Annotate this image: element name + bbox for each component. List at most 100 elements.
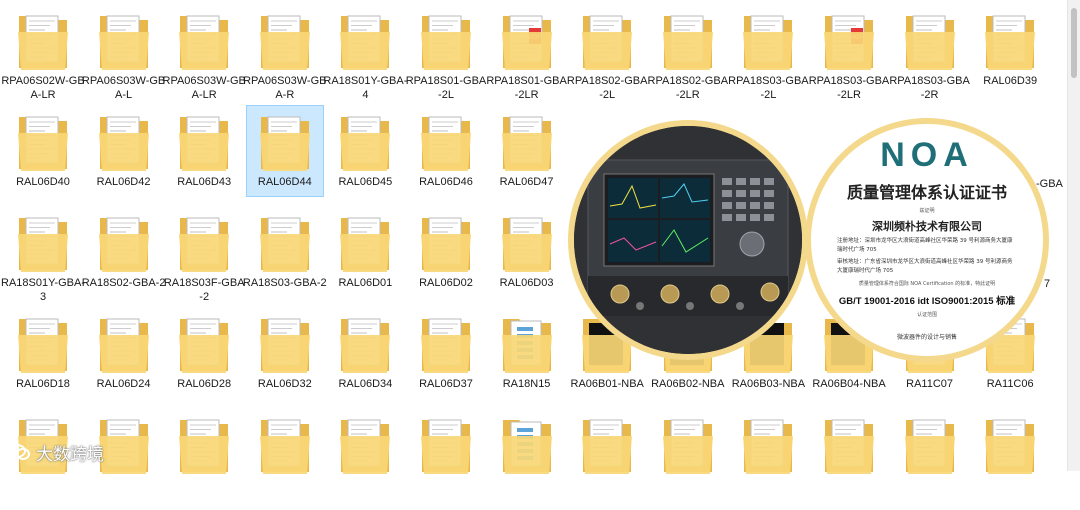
folder-item[interactable]: RA18S01Y-GBA-4	[323, 10, 407, 106]
folder-item[interactable]	[892, 414, 968, 510]
folder-item[interactable]: RAL06D37	[408, 313, 484, 409]
folder-item[interactable]: RA18N15	[489, 313, 565, 409]
folder-icon	[421, 318, 471, 373]
folder-item[interactable]: RAL06D01	[327, 212, 403, 308]
folder-item[interactable]	[972, 414, 1048, 510]
folder-item[interactable]: RAL06D44	[245, 105, 324, 207]
certificate-sub: 兹证明	[919, 208, 935, 214]
folder-icon	[259, 116, 310, 171]
folder-icon	[18, 116, 68, 171]
folder-label: RAL06D44	[257, 176, 312, 188]
folder-label: RAL06D39	[983, 75, 1038, 87]
folder-item[interactable]: RPA18S02-GBA-2L	[567, 10, 647, 106]
folder-icon	[18, 217, 68, 272]
folder-item[interactable]: RA18S03-GBA-2	[243, 212, 327, 308]
folder-item[interactable]: RAL06D47	[489, 111, 565, 207]
folder-icon	[340, 217, 391, 272]
folder-label: RAL06D42	[96, 176, 151, 188]
folder-icon	[179, 318, 230, 373]
folder-item[interactable]	[408, 414, 484, 510]
folder-item[interactable]: RAL06D18	[5, 313, 81, 409]
folder-label: RA06B04-NBA	[812, 378, 886, 390]
watermark: 大数跨境	[8, 440, 104, 465]
folder-icon	[582, 15, 633, 70]
certificate-title: 质量管理体系认证证书	[846, 183, 1007, 202]
folder-icon	[179, 217, 230, 272]
folder-item[interactable]: RAL06D02	[408, 212, 484, 308]
folder-label: RAL06D28	[177, 378, 232, 390]
folder-item[interactable]: RAL06D39	[972, 10, 1048, 106]
folder-item[interactable]: RAL06D28	[166, 313, 242, 409]
folder-label: RA18N15	[502, 378, 551, 390]
folder-icon: PDF	[824, 15, 874, 70]
folder-item[interactable]	[247, 414, 323, 510]
folder-item[interactable]: RAL06D40	[5, 111, 81, 207]
partial-label-row3: 7	[1044, 278, 1051, 290]
folder-icon	[743, 15, 794, 70]
folder-item[interactable]	[166, 414, 242, 510]
folder-icon	[340, 419, 391, 474]
folder-label: RPA18S03-GBA-2L	[728, 75, 809, 101]
folder-icon	[421, 15, 471, 70]
folder-item[interactable]: RA18S03F-GBA-2	[164, 212, 245, 308]
folder-label: RAL06D45	[338, 176, 393, 188]
folder-label: RAL06D18	[16, 378, 70, 390]
folder-icon	[421, 116, 471, 171]
folder-item[interactable]	[569, 414, 645, 510]
scrollbar-thumb[interactable]	[1071, 8, 1077, 78]
folder-item[interactable]: RAL06D45	[327, 111, 403, 207]
watermark-text: 大数跨境	[36, 444, 104, 465]
folder-item[interactable]: RAL06D03	[489, 212, 565, 308]
folder-icon	[824, 419, 874, 474]
folder-label: RA11C07	[906, 378, 954, 390]
certificate-address-2: 审核地址：广东省深圳市龙华区大浪街道高峰社区华荣路 39 号利源商务大厦康瑞时代…	[837, 259, 1013, 274]
folder-label: RA18S02-GBA-2	[81, 277, 166, 289]
folder-item[interactable]: RPA18S01-GBA-2L	[406, 10, 486, 106]
folder-item[interactable]: RPA06S03W-GBA-LR	[163, 10, 246, 106]
folder-item[interactable]: RA18S02-GBA-2	[82, 212, 165, 308]
folder-item[interactable]: RPA18S03-GBA-2R	[889, 10, 970, 106]
folder-item[interactable]	[327, 414, 403, 510]
folder-label: RPA18S03-GBA-2R	[889, 75, 970, 101]
folder-icon	[421, 217, 471, 272]
folder-icon	[421, 419, 471, 474]
certificate: NOA 质量管理体系认证证书 兹证明 深圳频朴技术有限公司 注册地址：深圳市龙华…	[811, 124, 1043, 356]
folder-item[interactable]: RPA18S02-GBA-2LR	[648, 10, 728, 106]
folder-item[interactable]: RA18S01Y-GBA-3	[1, 212, 85, 308]
folder-icon	[662, 15, 713, 70]
folder-label: RA18S03-GBA-2	[242, 277, 327, 289]
folder-icon	[985, 419, 1036, 474]
folder-item[interactable]: RPA06S02W-GBA-LR	[1, 10, 85, 106]
folder-item[interactable]: RAL06D24	[86, 313, 162, 409]
folder-item[interactable]	[650, 414, 726, 510]
folder-icon	[259, 217, 310, 272]
folder-item[interactable]: RPA06S03W-GBA-L	[82, 10, 165, 106]
folder-label: RAL06D40	[16, 176, 70, 188]
folder-icon	[501, 420, 552, 474]
folder-icon	[259, 15, 310, 70]
certificate-note: 质量管理体系符合国际 NOA Certification 的标准，特此证明	[858, 281, 996, 287]
folder-item[interactable]: PDF RPA18S01-GBA-2LR	[486, 10, 567, 106]
folder-label: RAL06D47	[499, 176, 554, 188]
folder-label: RPA18S01-GBA-2LR	[486, 75, 567, 101]
folder-item[interactable]: RAL06D42	[86, 111, 162, 207]
folder-label: RPA18S03-GBA-2LR	[808, 75, 890, 101]
folder-item[interactable]	[811, 414, 887, 510]
folder-item[interactable]: RAL06D46	[408, 111, 484, 207]
folder-icon	[98, 15, 149, 70]
folder-item[interactable]: RPA18S03-GBA-2L	[728, 10, 809, 106]
folder-item[interactable]: RAL06D34	[327, 313, 403, 409]
folder-item[interactable]: RAL06D32	[247, 313, 323, 409]
folder-item[interactable]: RAL06D43	[166, 111, 242, 207]
folder-item[interactable]: PDF RPA18S03-GBA-2LR	[809, 10, 889, 106]
folder-item[interactable]	[489, 414, 565, 510]
vertical-scrollbar[interactable]	[1067, 0, 1080, 471]
network-analyzer-image	[568, 120, 808, 360]
folder-icon	[98, 116, 149, 171]
folder-icon	[259, 419, 310, 474]
folder-item[interactable]: RPA06S03W-GBA-R	[243, 10, 326, 106]
folder-label: RAL06D01	[338, 277, 393, 289]
instrument-illustration	[574, 126, 802, 354]
folder-item[interactable]	[730, 414, 806, 510]
folder-label: RPA18S01-GBA-2L	[405, 75, 487, 101]
